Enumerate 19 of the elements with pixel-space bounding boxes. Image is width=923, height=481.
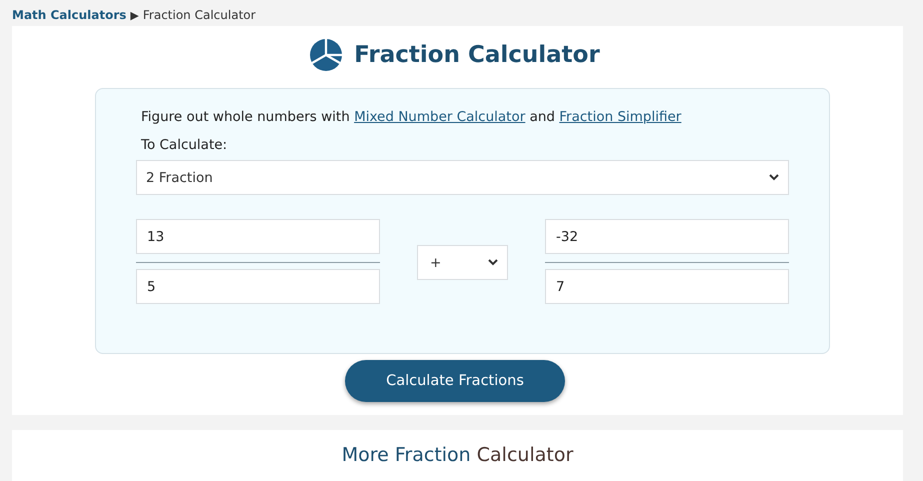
operator-select[interactable]: +	[417, 245, 508, 280]
numerator-field[interactable]: 13	[136, 219, 380, 254]
mixed-number-link[interactable]: Mixed Number Calculator	[354, 109, 526, 125]
calculate-button[interactable]: Calculate Fractions	[345, 360, 565, 402]
more-heading: More Fraction Calculator	[340, 444, 574, 466]
denominator-field[interactable]: 7	[545, 269, 789, 304]
caret-icon	[769, 174, 779, 181]
pie-chart-icon	[310, 39, 342, 71]
simplifier-link[interactable]: Fraction Simplifier	[559, 109, 682, 125]
calculate-label: To Calculate:	[141, 137, 228, 153]
caret-icon	[488, 259, 498, 266]
page-title: Fraction Calculator	[354, 42, 600, 68]
mode-select[interactable]: 2 Fraction	[136, 160, 789, 195]
breadcrumb-current: Fraction Calculator	[142, 8, 256, 22]
denominator-field[interactable]: 5	[136, 269, 380, 304]
breadcrumb-link[interactable]: Math Calculators	[12, 8, 126, 22]
breadcrumb-separator: ▶	[130, 8, 139, 22]
numerator-field[interactable]: -32	[545, 219, 789, 254]
intro-text: Figure out whole numbers with Mixed Number Calculator and Fraction Simplifier	[141, 109, 682, 125]
